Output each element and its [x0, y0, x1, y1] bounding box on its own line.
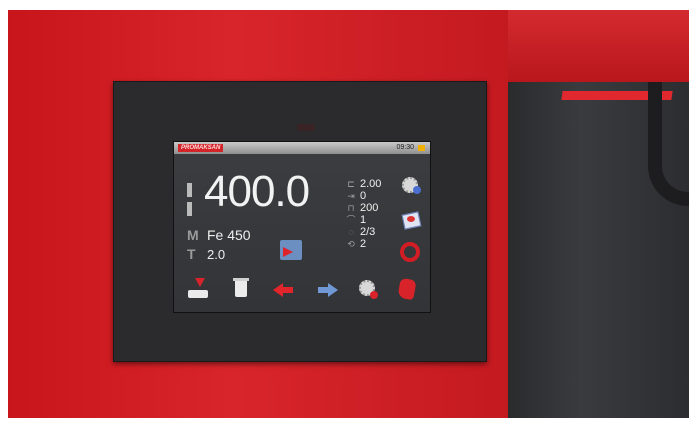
trash-icon	[235, 281, 247, 297]
status-led	[297, 124, 315, 131]
hydraulic-hose	[648, 82, 689, 206]
scene: PROMAKSAN 09:30 400.0 M Fe 450 T 2.0 ⊏ 2.…	[0, 0, 689, 425]
angle-icon: ⌒	[346, 215, 356, 225]
clock: 09:30	[396, 144, 414, 151]
status-bar: PROMAKSAN 09:30	[174, 142, 430, 154]
info-badge-icon	[413, 186, 421, 194]
param-value: 2/3	[360, 226, 376, 238]
program-button[interactable]	[401, 211, 422, 230]
param-value: 1	[360, 214, 367, 226]
param-row-step[interactable]: ◌ 2/3	[344, 226, 404, 238]
step-icon: ◌	[348, 227, 354, 237]
machine-upper-right	[508, 10, 689, 82]
notification-icon[interactable]	[418, 145, 425, 151]
bottom-toolbar	[174, 277, 430, 306]
material-value[interactable]: Fe 450	[207, 228, 251, 242]
main-position-value[interactable]: 400.0	[204, 170, 310, 214]
width-icon: ⊓	[347, 203, 355, 213]
pressure-icon: ⊏	[347, 179, 355, 189]
arrow-left-tail	[283, 287, 293, 293]
parameter-list: ⊏ 2.00 ⇥ 0 ⊓ 200 ⌒ 1 ◌ 2/3 ⟲ 2	[344, 178, 404, 250]
material-icon: M	[187, 227, 199, 243]
ring-icon	[400, 242, 420, 262]
load-program-button[interactable]	[188, 278, 210, 300]
count-icon: ⟲	[347, 239, 355, 249]
arrow-left-icon	[273, 283, 283, 297]
arrow-right-tail	[318, 287, 328, 293]
brand-logo: PROMAKSAN	[178, 144, 224, 152]
hand-icon	[397, 277, 417, 301]
param-value: 0	[360, 190, 367, 202]
enter-button[interactable]	[280, 240, 302, 260]
thickness-value[interactable]: 2.0	[207, 248, 225, 262]
thickness-icon: T	[187, 246, 196, 262]
arrow-right-icon	[328, 283, 338, 297]
param-value: 2.00	[360, 178, 382, 190]
tray-download-icon	[188, 290, 208, 298]
param-value: 2	[360, 238, 367, 250]
tool-settings-button[interactable]	[357, 278, 379, 300]
next-button[interactable]	[316, 278, 338, 300]
backgauge-icon: ⇥	[347, 191, 355, 201]
record-icon	[407, 216, 415, 222]
delete-button[interactable]	[230, 278, 252, 300]
param-row-angle[interactable]: ⌒ 1	[344, 214, 404, 226]
bend-length-icon	[187, 183, 199, 216]
param-row-width[interactable]: ⊓ 200	[344, 202, 404, 214]
settings-button[interactable]	[401, 176, 421, 194]
stop-badge-icon	[370, 291, 378, 299]
param-row-count[interactable]: ⟲ 2	[344, 238, 404, 250]
param-row-backgauge[interactable]: ⇥ 0	[344, 190, 404, 202]
previous-button[interactable]	[273, 278, 295, 300]
touch-screen[interactable]: PROMAKSAN 09:30 400.0 M Fe 450 T 2.0 ⊏ 2.…	[173, 141, 431, 313]
download-arrow-icon	[195, 278, 205, 287]
stop-button[interactable]	[400, 242, 420, 262]
manual-mode-button[interactable]	[396, 277, 418, 301]
param-value: 200	[360, 202, 379, 214]
param-row-pressure[interactable]: ⊏ 2.00	[344, 178, 404, 190]
